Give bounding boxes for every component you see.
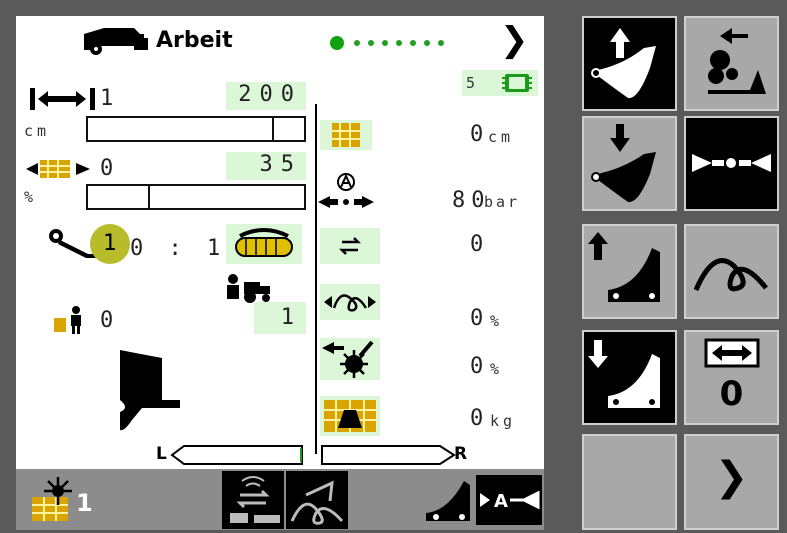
- auto-center-icon: A: [480, 490, 540, 512]
- page-dot: [396, 40, 402, 46]
- unload-icon: [708, 28, 766, 94]
- bale-length-bar: [86, 116, 306, 142]
- bale-length-value[interactable]: 200: [226, 82, 306, 110]
- counter-value: 0: [470, 232, 484, 257]
- bale-weight-icon: [324, 400, 376, 432]
- tailgate-silhouette-icon: [120, 350, 180, 431]
- monitor-icon: [502, 74, 532, 92]
- ramp-up-button[interactable]: [582, 224, 677, 319]
- filling-marker: [148, 186, 151, 208]
- bale-length-cm-unit: cm: [488, 128, 515, 146]
- baler-icon: [84, 28, 148, 55]
- swap-arrows-icon: [338, 237, 362, 255]
- steer-left-bar: [170, 445, 303, 465]
- pressure-icon: [318, 173, 374, 208]
- knotter-icon: [693, 258, 768, 292]
- next-page-chevron[interactable]: ❯: [500, 20, 529, 60]
- monitor-badge-number: 5: [466, 74, 476, 92]
- steer-left-label: L: [156, 444, 167, 464]
- pickup-button[interactable]: [226, 224, 302, 264]
- ramp-down-button[interactable]: [582, 330, 677, 425]
- page-dot-active: [330, 36, 344, 50]
- ramp-status-icon: [426, 481, 470, 521]
- knot-monitor-icon: [290, 480, 344, 525]
- filling-bar: [86, 184, 306, 210]
- cutter-percent: 0: [470, 354, 484, 379]
- auto-center-status: A: [476, 475, 542, 525]
- counter-tile[interactable]: [320, 228, 380, 264]
- tailgate-down-button[interactable]: [582, 116, 677, 211]
- tractor-value[interactable]: 1: [254, 302, 306, 334]
- page-title: Arbeit: [156, 28, 233, 53]
- filling-icon: [26, 160, 90, 178]
- knotter-ratio: 0 : 1: [130, 236, 227, 261]
- bale-icon: [332, 123, 360, 147]
- blank-button[interactable]: [582, 434, 677, 530]
- page-dot: [410, 40, 416, 46]
- cutter-unit: %: [490, 360, 504, 378]
- wireless-transfer-icon: [230, 476, 280, 523]
- center-button[interactable]: [684, 116, 779, 211]
- filling-unit: %: [24, 188, 38, 206]
- knot-status: [286, 471, 348, 529]
- knot-unit: %: [490, 312, 504, 330]
- chute-up-icon: [591, 28, 656, 99]
- weight-tile: [320, 396, 380, 436]
- weight-unit: kg: [490, 412, 517, 430]
- unload-left-button[interactable]: [684, 16, 779, 111]
- bale-length-icon: [30, 88, 95, 110]
- knotter-button[interactable]: [684, 224, 779, 319]
- knot-tile[interactable]: [320, 284, 380, 320]
- bale-length-setting: 1: [100, 86, 122, 111]
- steer-right-label: R: [454, 444, 468, 464]
- driver-tractor-icon: [227, 274, 270, 303]
- page-dot: [368, 40, 374, 46]
- page-dot: [424, 40, 430, 46]
- filling-setting: 0: [100, 156, 122, 181]
- page-dot: [354, 40, 360, 46]
- reset-width-label: 0: [719, 374, 744, 414]
- steer-left-fill: [300, 448, 302, 462]
- chute-down-icon: [591, 124, 656, 203]
- weight-value: 0: [470, 406, 484, 431]
- chevron-right-icon: ❯: [714, 454, 749, 500]
- bale-length-cm: 0: [470, 122, 484, 147]
- callout-number: 1: [103, 231, 117, 256]
- bale-length-marker: [271, 118, 274, 140]
- monitor-badge[interactable]: 5: [462, 70, 538, 96]
- wireless-status: [222, 471, 284, 529]
- steer-right-bar: [321, 445, 456, 465]
- operator-bale-icon: [54, 306, 81, 334]
- reset-width-button[interactable]: 0: [684, 330, 779, 425]
- ramp-down-icon: [588, 340, 660, 408]
- ramp-up-icon: [588, 232, 660, 302]
- operator-count: 0: [100, 308, 122, 333]
- status-footer: 1 A: [16, 469, 544, 530]
- center-arrows-icon: [692, 154, 771, 172]
- bale-length-tile: [320, 120, 372, 150]
- tailgate-up-button[interactable]: [582, 16, 677, 111]
- bale-count: 1: [76, 489, 93, 517]
- knot-percent: 0: [470, 306, 484, 331]
- page-indicator: [330, 36, 454, 50]
- length-unit: cm: [24, 122, 51, 140]
- callout-badge: 1: [90, 224, 130, 264]
- main-screen: Arbeit ❯ 1 200 cm 0 35 % 1 0: 1 0 1 5 0…: [16, 16, 544, 469]
- knot-icon: [324, 294, 376, 312]
- svg-text:A: A: [494, 491, 508, 512]
- cutter-tile[interactable]: [320, 338, 380, 380]
- pressure-unit: bar: [484, 193, 521, 211]
- bale-flash-icon: [32, 477, 72, 521]
- cutter-icon: [322, 340, 374, 378]
- column-divider: [315, 104, 317, 454]
- filling-value[interactable]: 35: [226, 152, 306, 180]
- next-page-button[interactable]: ❯: [684, 434, 779, 530]
- page-dot: [438, 40, 444, 46]
- page-dot: [382, 40, 388, 46]
- pickup-icon: [235, 228, 293, 257]
